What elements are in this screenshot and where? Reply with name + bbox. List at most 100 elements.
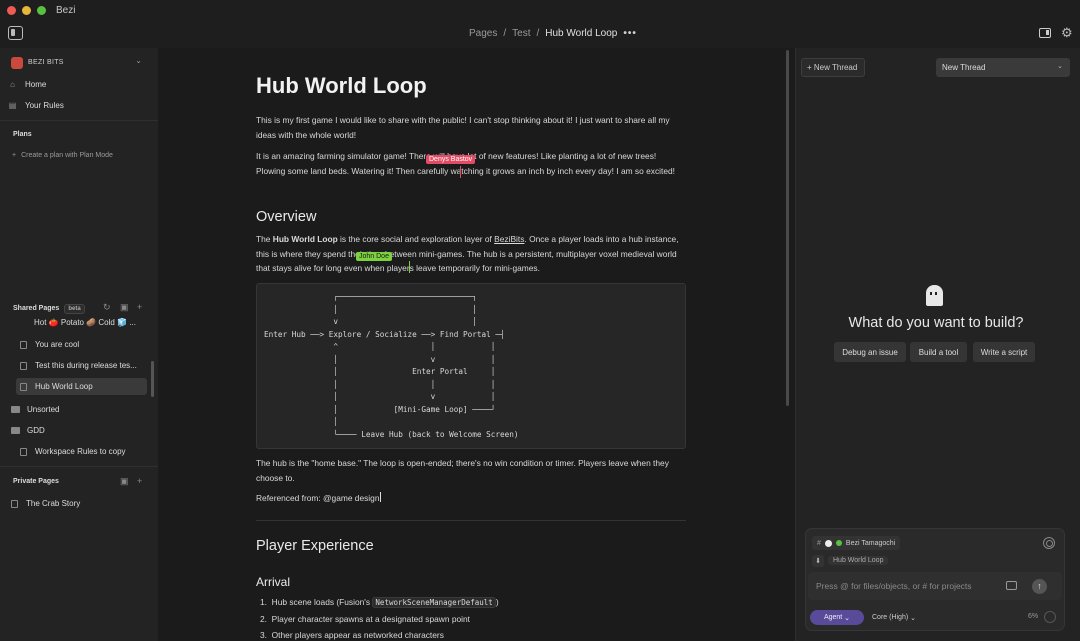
list-number: 3.: [260, 630, 267, 640]
private-page-item[interactable]: The Crab Story: [7, 495, 138, 512]
folder-label: Unsorted: [27, 405, 60, 414]
breadcrumb-current[interactable]: Hub World Loop: [545, 28, 617, 39]
mode-select[interactable]: Agent ⌄: [810, 610, 864, 625]
shared-page-item[interactable]: Hot 🍅 Potato 🥔 Cold 🧊 ...: [16, 314, 147, 331]
sidebar-scrollbar[interactable]: [151, 361, 154, 397]
add-page-icon[interactable]: +: [137, 476, 142, 486]
chevron-down-icon: ⌄: [135, 56, 142, 65]
page-item-workspace-rules[interactable]: Workspace Rules to copy: [16, 443, 147, 460]
model-label: Core (High): [872, 614, 909, 621]
breadcrumb-pages[interactable]: Pages: [469, 28, 497, 39]
file-context-chip[interactable]: Hub World Loop: [828, 556, 889, 565]
page-label: Hot 🍅 Potato 🥔 Cold 🧊 ...: [34, 318, 136, 327]
ghost-mascot-icon: [926, 285, 943, 306]
folder-item-unsorted[interactable]: Unsorted: [11, 405, 59, 414]
private-pages-section-title: Private Pages: [13, 478, 59, 485]
referenced-paragraph[interactable]: Referenced from: @game design: [256, 491, 686, 506]
text-caret: [379, 492, 381, 502]
divider: [0, 120, 158, 121]
new-folder-icon[interactable]: ▣: [120, 476, 129, 487]
top-bar: Pages / Test / Hub World Loop ••• ⚙: [0, 20, 1080, 48]
thread-select[interactable]: New Thread ⌄: [936, 58, 1070, 77]
new-thread-button[interactable]: + New Thread: [801, 58, 865, 77]
chevron-down-icon: ⌄: [1057, 63, 1063, 70]
text-run: is the core social and exploration layer…: [337, 234, 495, 244]
bezibits-link[interactable]: BeziBits: [494, 234, 524, 244]
empty-state-title: What do you want to build?: [848, 315, 1024, 331]
list-item[interactable]: 3. Other players appear as networked cha…: [260, 628, 690, 641]
create-plan-label: Create a plan with Plan Mode: [21, 152, 113, 159]
image-upload-icon[interactable]: [1006, 581, 1017, 590]
sidebar: BEZI BITS ⌄ ⌂ Home ▤ Your Rules Plans + C…: [0, 48, 158, 641]
breadcrumb-separator: /: [536, 28, 540, 39]
hash-icon: #: [817, 539, 821, 547]
target-icon[interactable]: [1043, 537, 1055, 549]
shared-page-item-active[interactable]: Hub World Loop: [16, 378, 147, 395]
shared-pages-section-title: Shared Pages beta: [13, 304, 85, 314]
page-title[interactable]: Hub World Loop: [256, 73, 427, 99]
breadcrumb-separator: /: [503, 28, 507, 39]
suggestion-debug-button[interactable]: Debug an issue: [834, 342, 906, 362]
sidebar-item-your-rules[interactable]: ▤ Your Rules: [8, 101, 64, 110]
collaborator-cursor-label: Denys Bastov: [426, 155, 476, 164]
workspace-switcher[interactable]: BEZI BITS ⌄: [6, 54, 148, 71]
sync-icon[interactable]: ↻: [103, 302, 111, 313]
breadcrumb-test[interactable]: Test: [512, 28, 530, 39]
mode-label: Agent: [823, 614, 843, 621]
code-block[interactable]: ┌─────────────────────────────┐ │ │ v │ …: [256, 283, 686, 449]
folder-icon: [11, 406, 20, 413]
hub-paragraph[interactable]: The hub is the "home base." The loop is …: [256, 456, 686, 485]
text-run: Referenced from: @game design: [256, 493, 380, 503]
document-editor[interactable]: Hub World Loop This is my first game I w…: [158, 48, 790, 641]
suggestion-build-tool-button[interactable]: Build a tool: [910, 342, 967, 362]
player-experience-heading[interactable]: Player Experience: [256, 538, 374, 554]
toggle-panel-icon[interactable]: [1039, 28, 1051, 38]
sidebar-item-home[interactable]: ⌂ Home: [8, 80, 46, 89]
more-options-icon[interactable]: •••: [623, 28, 637, 39]
add-page-icon[interactable]: +: [137, 302, 142, 312]
suggestion-write-script-button[interactable]: Write a script: [973, 342, 1035, 362]
prompt-input[interactable]: [808, 572, 1062, 600]
workspace-name: BEZI BITS: [28, 59, 64, 66]
sidebar-item-label: Home: [25, 80, 47, 89]
model-select[interactable]: Core (High) ⌄: [872, 610, 916, 625]
shared-page-item[interactable]: Test this during release tes...: [16, 357, 147, 374]
assistant-panel: + New Thread New Thread ⌄ What do you wa…: [795, 48, 1080, 641]
intro-paragraph[interactable]: This is my first game I would like to sh…: [256, 113, 686, 142]
page-icon: [11, 499, 18, 508]
page-label: Workspace Rules to copy: [35, 447, 126, 456]
folder-icon: [11, 427, 20, 434]
collaborator-cursor-label: John Doe: [356, 252, 392, 261]
shared-pages-label: Shared Pages: [13, 305, 60, 312]
folder-item-gdd[interactable]: GDD: [11, 426, 45, 435]
send-button[interactable]: ↑: [1032, 579, 1047, 594]
workspace-logo-icon: [11, 56, 23, 69]
breadcrumb: Pages / Test / Hub World Loop •••: [469, 28, 637, 39]
create-plan-button[interactable]: + Create a plan with Plan Mode: [12, 152, 113, 159]
project-context-chip[interactable]: # Bezi Tamagochi: [812, 536, 901, 550]
list-item[interactable]: 2. Player character spawns at a designat…: [260, 612, 690, 627]
pin-icon[interactable]: ⬇: [812, 554, 824, 567]
beta-badge: beta: [64, 304, 85, 314]
editor-scrollbar[interactable]: [786, 50, 789, 406]
close-window-button[interactable]: [7, 5, 16, 15]
overview-paragraph[interactable]: The Hub World Loop is the core social an…: [256, 232, 686, 276]
shared-page-item[interactable]: You are cool: [16, 336, 147, 353]
overview-heading[interactable]: Overview: [256, 209, 316, 225]
context-usage-label: 6%: [1028, 613, 1039, 620]
app-title: Bezi: [56, 4, 76, 16]
maximize-window-button[interactable]: [37, 5, 46, 15]
divider: [256, 520, 686, 521]
list-item[interactable]: 1. Hub scene loads (Fusion's NetworkScen…: [260, 595, 690, 611]
traffic-lights: [7, 5, 46, 15]
text-run: Other players appear as networked charac…: [271, 630, 444, 640]
minimize-window-button[interactable]: [22, 5, 31, 15]
file-context-row: ⬇ Hub World Loop: [812, 554, 889, 567]
gear-icon[interactable]: ⚙: [1061, 25, 1073, 41]
rules-icon: ▤: [8, 101, 17, 110]
new-folder-icon[interactable]: ▣: [120, 302, 129, 313]
arrival-heading[interactable]: Arrival: [256, 575, 290, 589]
page-icon: [20, 382, 27, 391]
divider: [0, 466, 158, 467]
sidebar-toggle-icon[interactable]: [8, 26, 23, 40]
